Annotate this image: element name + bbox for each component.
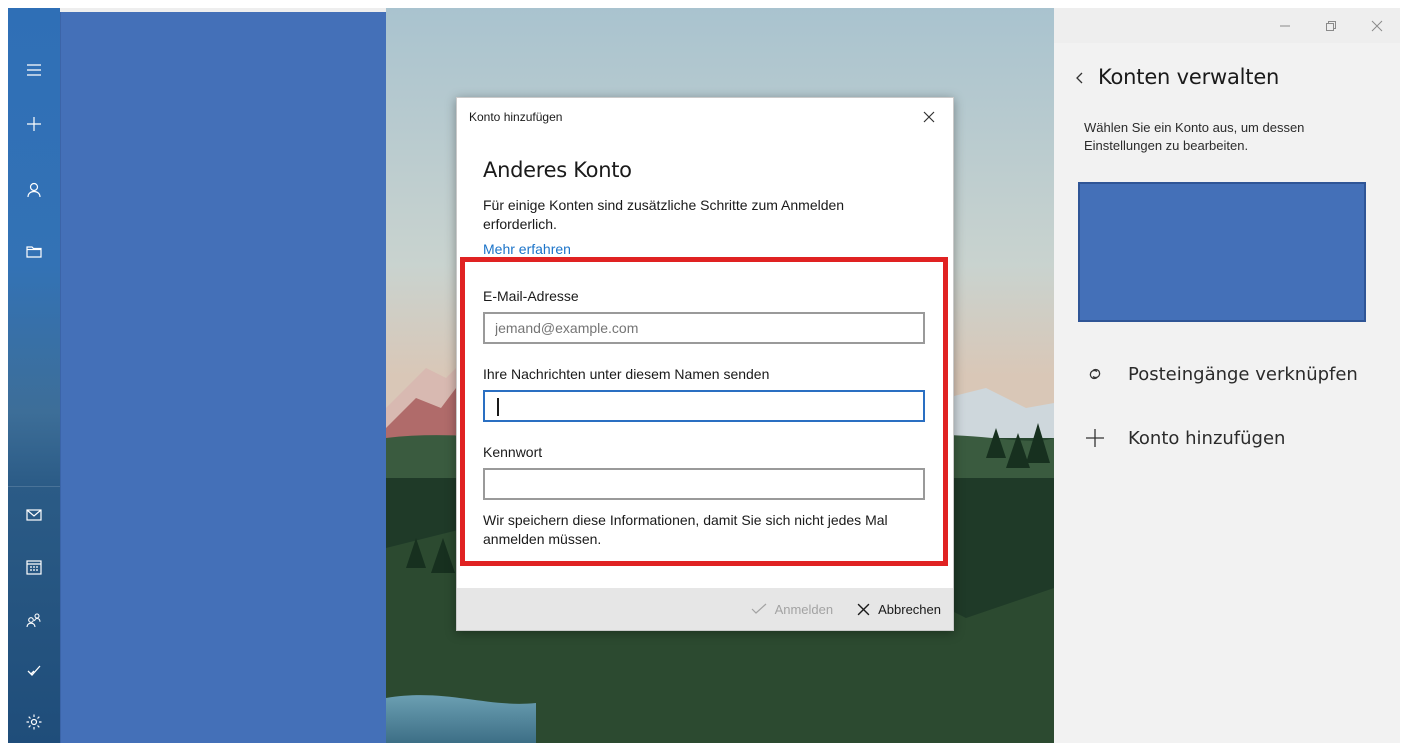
sign-in-label: Anmelden: [774, 601, 834, 617]
sender-name-label: Ihre Nachrichten unter diesem Namen send…: [483, 366, 770, 382]
navigation-rail: [8, 8, 60, 743]
close-icon: [923, 111, 935, 123]
link-inboxes-item[interactable]: Posteingänge verknüpfen: [1084, 363, 1358, 385]
back-button[interactable]: [1070, 68, 1090, 88]
accounts-button[interactable]: [8, 168, 60, 212]
mail-button[interactable]: [8, 493, 60, 537]
account-person-icon: [27, 182, 41, 198]
calendar-icon: [26, 560, 42, 575]
close-window-button[interactable]: [1354, 8, 1400, 44]
new-mail-button[interactable]: [8, 102, 60, 146]
todo-check-icon: [27, 665, 41, 676]
minimize-button[interactable]: [1262, 8, 1308, 44]
window-controls: [1262, 8, 1400, 44]
folders-button[interactable]: [8, 230, 60, 274]
dialog-footer: Anmelden Abbrechen: [457, 588, 953, 630]
link-inboxes-label: Posteingänge verknüpfen: [1128, 363, 1358, 385]
folder-pane-redacted: [60, 12, 387, 743]
close-icon: [857, 603, 870, 615]
account-tile-redacted[interactable]: [1078, 182, 1366, 322]
mail-app-window: Konten verwalten Wählen Sie ein Konto au…: [8, 8, 1400, 743]
plus-icon: [1086, 429, 1104, 447]
link-icon: [1089, 368, 1101, 380]
hamburger-menu-icon: [27, 64, 41, 76]
minimize-icon: [1280, 25, 1290, 27]
manage-accounts-pane: Konten verwalten Wählen Sie ein Konto au…: [1054, 43, 1400, 743]
email-field[interactable]: [483, 312, 925, 344]
text-caret: [497, 398, 499, 416]
close-icon: [1371, 20, 1383, 32]
pane-description: Wählen Sie ein Konto aus, um dessen Eins…: [1084, 120, 1305, 153]
pane-title: Konten verwalten: [1098, 65, 1280, 89]
dialog-heading: Anderes Konto: [483, 158, 632, 182]
dialog-note: Wir speichern diese Informationen, damit…: [483, 512, 888, 547]
sign-in-button[interactable]: Anmelden: [751, 601, 834, 617]
add-account-item[interactable]: Konto hinzufügen: [1084, 427, 1285, 449]
people-icon: [26, 613, 41, 628]
cancel-button[interactable]: Abbrechen: [857, 602, 941, 617]
add-account-dialog: Konto hinzufügen Anderes Konto Für einig…: [456, 97, 954, 631]
mail-icon: [26, 509, 42, 521]
folder-icon: [26, 246, 42, 258]
password-field[interactable]: [483, 468, 925, 500]
settings-gear-icon: [26, 714, 42, 730]
hamburger-menu-button[interactable]: [8, 48, 60, 92]
people-button[interactable]: [8, 598, 60, 642]
chevron-left-icon: [1076, 72, 1083, 84]
learn-more-link[interactable]: Mehr erfahren: [483, 241, 571, 257]
restore-icon: [1326, 21, 1336, 31]
password-label: Kennwort: [483, 444, 543, 460]
restore-button[interactable]: [1308, 8, 1354, 44]
dialog-description: Für einige Konten sind zusätzliche Schri…: [483, 197, 845, 232]
todo-button[interactable]: [8, 648, 60, 692]
add-account-label: Konto hinzufügen: [1128, 427, 1286, 449]
settings-button[interactable]: [8, 700, 60, 743]
dialog-caption: Konto hinzufügen: [469, 110, 563, 124]
dialog-close-button[interactable]: [917, 106, 941, 128]
new-mail-plus-icon: [27, 117, 41, 131]
cancel-label: Abbrechen: [878, 601, 941, 617]
rail-divider: [8, 486, 60, 487]
email-label: E-Mail-Adresse: [483, 288, 579, 304]
sender-name-field[interactable]: [483, 390, 925, 422]
checkmark-icon: [751, 603, 766, 614]
calendar-button[interactable]: [8, 545, 60, 589]
